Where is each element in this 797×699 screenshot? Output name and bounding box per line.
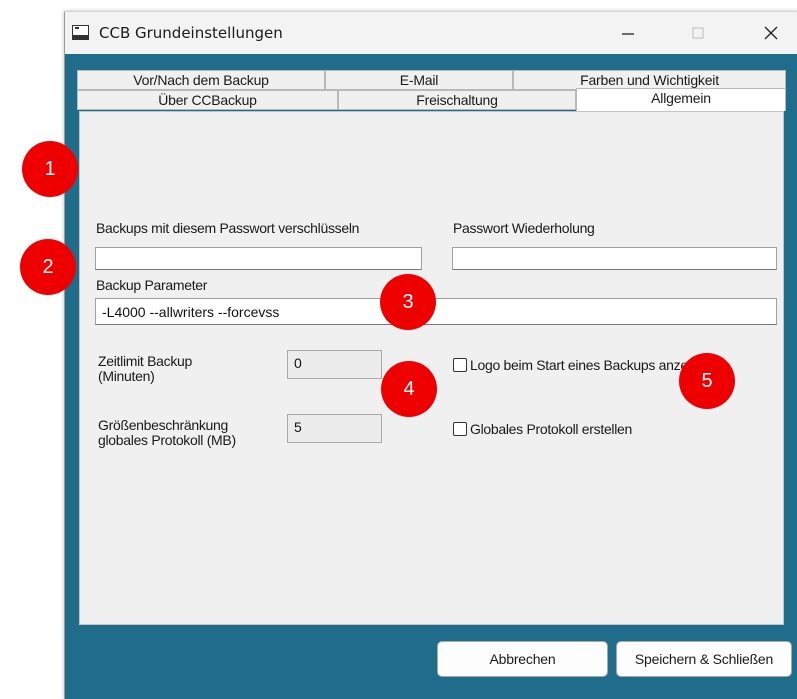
maximize-button[interactable] [675, 12, 721, 54]
annotation-marker-1: 1 [22, 141, 78, 197]
minimize-icon [622, 33, 634, 35]
timelimit-field[interactable]: 0 [287, 350, 382, 379]
app-window-icon [72, 25, 89, 40]
save-close-button[interactable]: Speichern & Schließen [616, 641, 792, 677]
tab-label: Farben und Wichtigkeit [580, 72, 719, 88]
size-label-line2: globales Protokoll (MB) [98, 432, 236, 448]
tab-farben-wichtigkeit[interactable]: Farben und Wichtigkeit [513, 70, 786, 90]
timelimit-label-line2: (Minuten) [98, 368, 155, 384]
title-bar[interactable]: CCB Grundeinstellungen [65, 12, 797, 54]
close-button[interactable] [748, 12, 794, 54]
tab-ueber-ccbackup[interactable]: Über CCBackup [77, 90, 338, 110]
allgemein-tab-panel: Backups mit diesem Passwort verschlüssel… [79, 111, 784, 625]
annotation-marker-3: 3 [380, 274, 436, 330]
protocol-checkbox-label: Globales Protokoll erstellen [470, 421, 633, 437]
timelimit-label-line1: Zeitlimit Backup [98, 353, 193, 369]
tab-allgemein[interactable]: Allgemein [576, 88, 786, 111]
settings-window: CCB Grundeinstellungen Vor/Nach dem Back… [64, 11, 797, 699]
size-label-line1: Größenbeschränkung [98, 417, 229, 433]
backup-params-field[interactable]: -L4000 --allwriters --forcevss [95, 298, 777, 325]
tab-strip: Vor/Nach dem Backup E-Mail Farben und Wi… [77, 70, 786, 112]
checkbox-box[interactable] [453, 358, 467, 372]
tab-label: Über CCBackup [158, 92, 257, 108]
tab-label: Vor/Nach dem Backup [133, 72, 269, 88]
annotation-marker-5: 5 [679, 353, 735, 409]
size-limit-field[interactable]: 5 [287, 414, 382, 443]
password-repeat-label: Passwort Wiederholung [453, 220, 595, 236]
annotation-marker-4: 4 [381, 361, 437, 417]
protocol-checkbox[interactable]: Globales Protokoll erstellen [453, 421, 632, 437]
annotation-marker-2: 2 [20, 239, 76, 295]
tab-label: Freischaltung [416, 92, 498, 108]
checkbox-box[interactable] [453, 422, 467, 436]
cancel-button[interactable]: Abbrechen [437, 641, 608, 677]
params-label: Backup Parameter [96, 277, 208, 293]
tab-label: Allgemein [651, 90, 711, 106]
logo-checkbox-label: Logo beim Start eines Backups anzeigen [470, 357, 714, 373]
logo-checkbox[interactable]: Logo beim Start eines Backups anzeigen [453, 357, 713, 373]
minimize-button[interactable] [605, 12, 651, 54]
tab-label: E-Mail [399, 72, 439, 88]
close-icon [764, 26, 778, 40]
tab-vor-nach-backup[interactable]: Vor/Nach dem Backup [77, 70, 325, 90]
password-field[interactable] [95, 247, 422, 270]
window-title: CCB Grundeinstellungen [99, 24, 283, 42]
maximize-icon [692, 27, 704, 39]
password-repeat-field[interactable] [452, 247, 777, 270]
password-label: Backups mit diesem Passwort verschlüssel… [96, 220, 360, 236]
tab-email[interactable]: E-Mail [325, 70, 513, 90]
tab-freischaltung[interactable]: Freischaltung [338, 90, 576, 110]
